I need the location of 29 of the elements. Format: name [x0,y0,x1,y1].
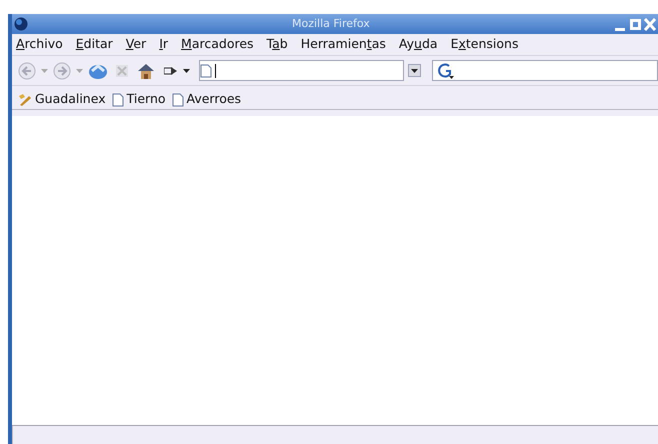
menu-item[interactable]: Archivo [16,35,63,54]
bookmark-item[interactable]: Averroes [172,90,242,109]
maximize-button[interactable] [630,18,641,30]
search-engine-icon[interactable] [437,62,455,78]
menu-item[interactable]: Herramientas [300,35,386,54]
back-icon[interactable] [18,62,36,80]
address-dropdown-button[interactable] [408,64,421,77]
menu-item[interactable]: Ver [126,35,146,54]
bookmark-item[interactable]: Guadalinex [18,90,106,109]
menu-item[interactable]: Ayuda [398,35,438,54]
globe-icon [14,17,28,31]
menu-item[interactable]: Ir [159,35,168,54]
search-field[interactable] [432,60,658,81]
forward-icon[interactable] [53,62,71,80]
page-icon [200,64,212,78]
dropdown-icon[interactable] [183,68,190,72]
window-title: Mozilla Firefox [292,16,370,32]
address-field[interactable] [199,60,404,81]
menu-item[interactable]: Extensions [450,35,518,54]
page-icon [112,92,124,106]
home-icon[interactable] [136,62,156,80]
menu-item[interactable]: Tab [266,35,288,54]
close-button[interactable] [644,17,656,31]
page-icon [172,92,184,106]
menu-item[interactable]: Marcadores [181,35,254,54]
caret-icon [411,68,418,72]
go-icon[interactable] [164,66,178,76]
bookmark-item[interactable]: Tierno [112,90,166,109]
menu-item[interactable]: Editar [76,35,113,54]
